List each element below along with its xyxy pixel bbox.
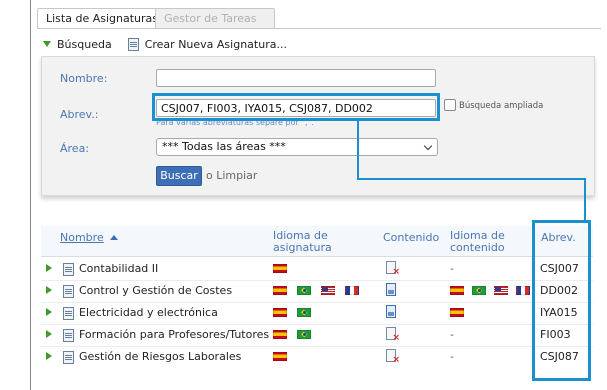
search-panel: Nombre: Abrev.: Para varias abreviaturas… — [41, 56, 595, 196]
name-label: Nombre: — [60, 72, 108, 85]
create-subject-link[interactable]: Crear Nueva Asignatura... — [145, 38, 287, 51]
abbr-column-highlight — [532, 220, 591, 381]
brazil-flag-icon — [297, 308, 311, 317]
subject-name[interactable]: Contabilidad II — [79, 262, 158, 275]
col-content-language-header: Idioma de contenido — [450, 229, 505, 254]
content-present-icon[interactable] — [386, 283, 396, 296]
subject-doc-icon — [63, 307, 74, 320]
col-subject-language-header: Idioma de asignatura — [273, 229, 332, 254]
table-row[interactable]: Gestión de Riesgos Laborales × - CSJ087 — [41, 346, 593, 368]
area-select-value: *** Todas las áreas *** — [162, 140, 286, 153]
subject-name[interactable]: Gestión de Riesgos Laborales — [79, 350, 241, 363]
abbr-input-highlight — [152, 93, 440, 121]
content-language-empty: - — [450, 350, 454, 363]
expand-arrow-icon[interactable] — [46, 352, 52, 360]
brazil-flag-icon — [297, 330, 311, 339]
search-button[interactable]: Buscar — [156, 166, 202, 186]
area-select[interactable]: *** Todas las áreas *** — [156, 138, 438, 156]
table-row[interactable]: Control y Gestión de Costes DD002 — [41, 280, 593, 302]
col-name-header[interactable]: Nombre — [60, 232, 118, 244]
extended-search-label: Búsqueda ampliada — [459, 101, 544, 111]
abbr-label: Abrev.: — [60, 108, 99, 121]
expand-arrow-icon[interactable] — [46, 264, 52, 272]
subject-name[interactable]: Control y Gestión de Costes — [79, 284, 232, 297]
subject-name[interactable]: Electricidad y electrónica — [79, 306, 218, 319]
content-missing-icon: × — [386, 261, 400, 277]
name-input[interactable] — [156, 69, 436, 87]
brazil-flag-icon — [297, 286, 311, 295]
extended-search-checkbox[interactable] — [444, 99, 456, 111]
expand-arrow-icon[interactable] — [46, 308, 52, 316]
france-flag-icon — [345, 286, 359, 295]
content-missing-icon: × — [386, 327, 400, 343]
france-flag-icon — [516, 286, 530, 295]
spain-flag-icon — [450, 308, 464, 317]
content-missing-icon: × — [386, 349, 400, 365]
clear-link[interactable]: o Limpiar — [206, 169, 257, 182]
spain-flag-icon — [450, 286, 464, 295]
spain-flag-icon — [273, 308, 287, 317]
spain-flag-icon — [273, 264, 287, 273]
table-row[interactable]: Formación para Profesores/Tutores × - FI… — [41, 324, 593, 346]
spain-flag-icon — [273, 330, 287, 339]
chevron-down-icon — [423, 141, 433, 151]
tab-divider — [37, 28, 601, 29]
new-document-icon — [127, 37, 139, 51]
tab-task-manager[interactable]: Gestor de Tareas — [155, 8, 275, 29]
spain-flag-icon — [273, 352, 287, 361]
highlight-connector-vertical — [357, 121, 359, 179]
col-content-header: Contenido — [383, 231, 440, 244]
highlight-connector-horizontal — [357, 178, 586, 180]
subject-doc-icon — [63, 285, 74, 298]
tab-subject-list[interactable]: Lista de Asignaturas — [37, 8, 161, 29]
subject-doc-icon — [63, 329, 74, 342]
table-row[interactable]: Contabilidad II × - CSJ007 — [41, 258, 593, 280]
brazil-flag-icon — [472, 286, 486, 295]
table-row[interactable]: Electricidad y electrónica IYA015 — [41, 302, 593, 324]
subject-doc-icon — [63, 263, 74, 276]
expand-arrow-icon[interactable] — [46, 330, 52, 338]
spain-flag-icon — [273, 286, 287, 295]
toolbar: Búsqueda Crear Nueva Asignatura... — [43, 36, 287, 52]
expand-arrow-icon[interactable] — [46, 286, 52, 294]
subject-name[interactable]: Formación para Profesores/Tutores — [79, 328, 269, 341]
content-present-icon[interactable] — [386, 305, 396, 318]
subject-doc-icon — [63, 351, 74, 364]
usa-flag-icon — [321, 286, 335, 295]
sort-ascending-icon — [109, 235, 118, 240]
area-label: Área: — [60, 142, 90, 155]
highlight-connector-down — [584, 178, 586, 220]
table-header: Nombre Idioma de asignatura Contenido Idi… — [41, 226, 593, 257]
collapse-triangle-icon[interactable] — [43, 41, 51, 47]
content-language-empty: - — [450, 328, 454, 341]
content-language-empty: - — [450, 262, 454, 275]
usa-flag-icon — [494, 286, 508, 295]
search-toggle[interactable]: Búsqueda — [57, 38, 112, 51]
app-frame: Lista de Asignaturas Gestor de Tareas Bú… — [30, 0, 607, 390]
